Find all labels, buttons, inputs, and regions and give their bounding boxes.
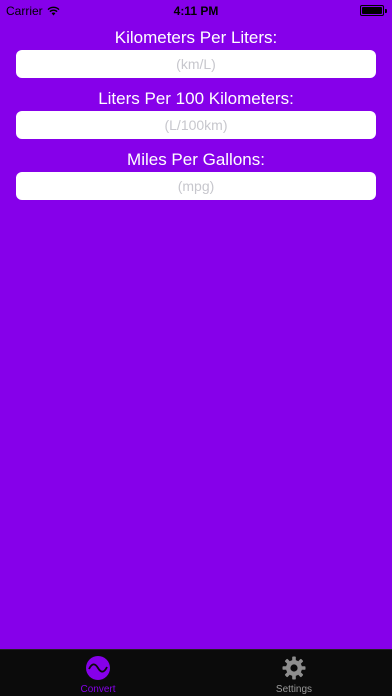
km-per-liter-input[interactable] [16, 50, 376, 78]
tab-settings-label: Settings [275, 684, 313, 695]
tab-convert-label: Convert [80, 684, 116, 695]
conversion-form: Kilometers Per Liters: Liters Per 100 Ki… [16, 26, 376, 209]
km-per-liter-label: Kilometers Per Liters: [114, 28, 278, 47]
liters-per-100km-input[interactable] [16, 111, 376, 139]
wave-circle-icon [86, 656, 110, 680]
tab-convert[interactable]: Convert [0, 650, 196, 696]
miles-per-gallon-input[interactable] [16, 172, 376, 200]
status-bar: Carrier 4:11 PM [0, 0, 392, 22]
gear-icon [282, 656, 306, 680]
status-time: 4:11 PM [173, 4, 219, 18]
battery-icon [360, 5, 387, 16]
miles-per-gallon-label: Miles Per Gallons: [127, 150, 265, 169]
liters-per-100km-label: Liters Per 100 Kilometers: [98, 89, 294, 108]
tab-settings[interactable]: Settings [196, 650, 392, 696]
tab-bar: Convert Settings [0, 649, 392, 696]
